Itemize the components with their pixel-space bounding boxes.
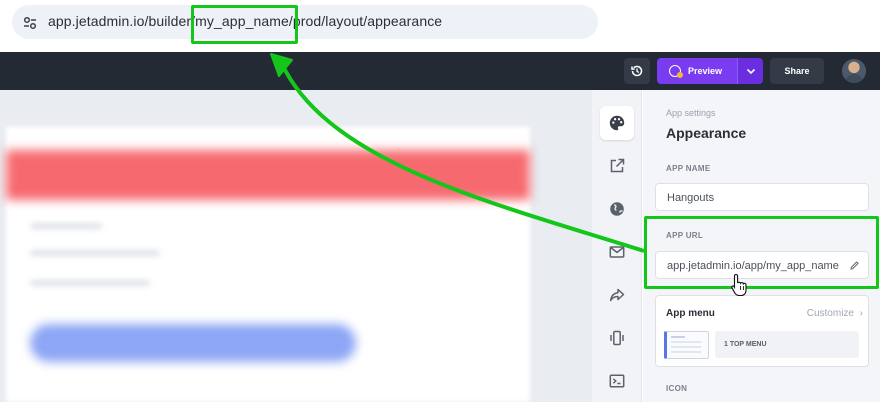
chevron-right-icon: › bbox=[859, 308, 863, 319]
blurred-header bbox=[6, 150, 530, 200]
rail-item-email[interactable] bbox=[600, 235, 634, 269]
blurred-text bbox=[30, 223, 102, 229]
preview-label: Preview bbox=[688, 66, 723, 76]
blurred-text bbox=[30, 250, 160, 256]
mail-icon bbox=[609, 246, 625, 258]
url-field[interactable]: app.jetadmin.io/builder/my_app_name/prod… bbox=[12, 5, 598, 39]
app-url-highlight-box bbox=[644, 216, 879, 289]
rail-item-custom-code[interactable] bbox=[600, 364, 634, 398]
menu-option-top-menu[interactable]: 1 TOP MENU bbox=[715, 331, 859, 358]
preview-button[interactable]: Preview bbox=[657, 58, 737, 84]
rail-item-domain[interactable] bbox=[600, 192, 634, 226]
site-settings-icon[interactable] bbox=[19, 12, 41, 34]
share-arrow-icon bbox=[609, 288, 625, 302]
browser-address-bar: app.jetadmin.io/builder/my_app_name/prod… bbox=[0, 0, 880, 52]
terminal-icon bbox=[609, 374, 625, 388]
app-name-field[interactable]: Hangouts bbox=[655, 183, 869, 211]
menu-layout-thumbnail bbox=[664, 331, 709, 359]
builder-topbar: Preview Share bbox=[0, 52, 880, 90]
app-canvas-preview bbox=[0, 90, 592, 402]
app-name-label: APP NAME bbox=[666, 164, 711, 173]
rail-item-appearance[interactable] bbox=[600, 106, 634, 140]
app-name-value: Hangouts bbox=[667, 192, 715, 204]
url-prefix: app.jetadmin.io/builder/ bbox=[48, 13, 196, 29]
settings-icon-rail bbox=[592, 90, 642, 402]
preview-dropdown-button[interactable] bbox=[737, 58, 763, 84]
url-suffix: /prod/layout/appearance bbox=[288, 13, 443, 29]
rail-item-sharing[interactable] bbox=[600, 278, 634, 312]
blurred-text bbox=[30, 280, 150, 286]
app-menu-card[interactable]: App menu Customize › 1 TOP MENU bbox=[655, 295, 869, 367]
chevron-down-icon bbox=[746, 68, 756, 75]
history-button[interactable] bbox=[624, 58, 650, 84]
external-link-icon bbox=[610, 158, 625, 173]
url-highlight-box bbox=[191, 5, 298, 44]
blurred-button bbox=[30, 324, 356, 362]
icon-label: ICON bbox=[666, 384, 688, 393]
customize-link[interactable]: Customize bbox=[807, 308, 854, 319]
avatar[interactable] bbox=[842, 59, 866, 83]
hand-cursor-icon bbox=[730, 272, 750, 303]
mobile-vibrate-icon bbox=[610, 330, 624, 346]
globe-icon bbox=[610, 202, 624, 216]
panel-kicker: App settings bbox=[666, 108, 716, 118]
app-menu-title: App menu bbox=[666, 308, 715, 319]
status-dot bbox=[677, 72, 683, 78]
rail-item-mobile[interactable] bbox=[600, 321, 634, 355]
history-icon bbox=[631, 65, 643, 77]
rail-item-open-app[interactable] bbox=[600, 149, 634, 183]
palette-icon bbox=[609, 115, 625, 131]
share-button[interactable]: Share bbox=[770, 58, 824, 84]
page-title: Appearance bbox=[666, 125, 747, 141]
